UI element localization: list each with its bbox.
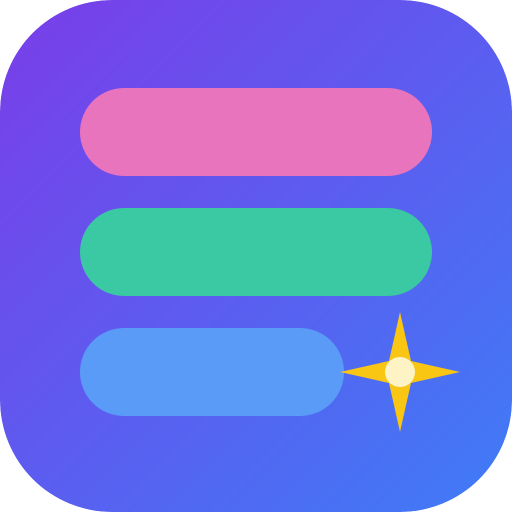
app-icon[interactable] bbox=[0, 0, 512, 512]
list-bar-bottom bbox=[80, 328, 344, 416]
sparkle-center bbox=[385, 357, 415, 387]
app-icon-graphic bbox=[0, 0, 512, 512]
list-bar-top bbox=[80, 88, 432, 176]
list-bar-middle bbox=[80, 208, 432, 296]
